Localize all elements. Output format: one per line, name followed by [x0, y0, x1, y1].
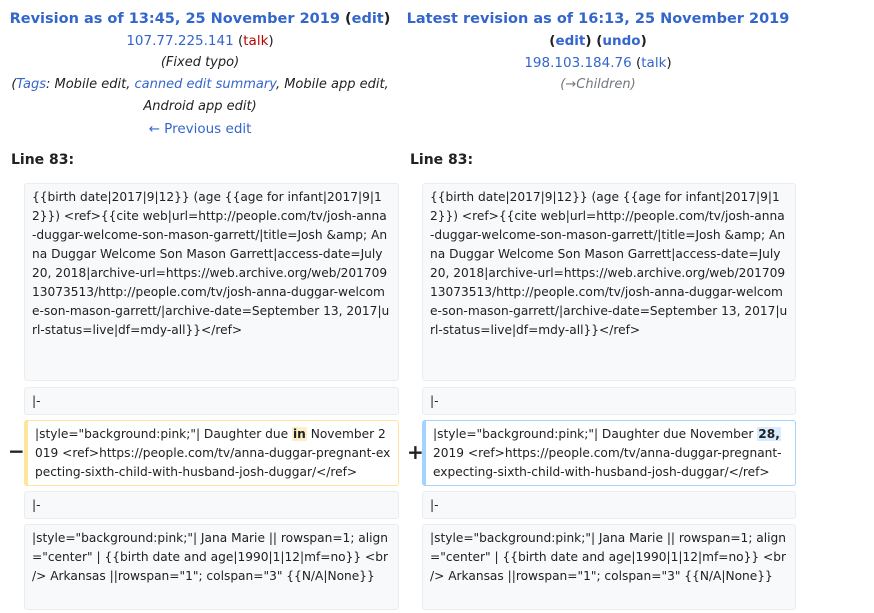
left-tag-mobile-app-edit: , Mobile app edit, — [275, 77, 389, 92]
left-context-line-1: {{birth date|2017|9|12}} (age {{age for … — [24, 183, 399, 381]
left-tags: (Tags: Mobile edit, canned edit summary,… — [0, 74, 400, 118]
added-text-before: |style="background:pink;"| Daughter due … — [433, 427, 758, 441]
added-line: |style="background:pink;"| Daughter due … — [422, 420, 796, 486]
right-talk-link[interactable]: talk — [641, 55, 666, 71]
left-revision-header: Revision as of 13:45, 25 November 2019 (… — [0, 8, 400, 140]
right-user-link[interactable]: 198.103.184.76 — [524, 55, 631, 71]
left-context-line-2: |- — [24, 387, 399, 415]
added-word: 28, — [757, 427, 781, 441]
right-context-line-4: |style="background:pink;"| Jana Marie ||… — [422, 524, 796, 610]
left-revision-link[interactable]: Revision as of 13:45, 25 November 2019 — [10, 11, 340, 27]
previous-edit-link[interactable]: ← Previous edit — [149, 121, 252, 137]
left-context-line-4: |style="background:pink;"| Jana Marie ||… — [24, 524, 399, 610]
deleted-line-marker: − — [8, 439, 25, 463]
right-context-line-2: |- — [422, 387, 796, 415]
left-tags-colon: : — [45, 77, 51, 92]
left-line-number: Line 83: — [11, 152, 75, 168]
deleted-text-before: |style="background:pink;"| Daughter due — [35, 427, 292, 441]
right-undo-link[interactable]: undo — [602, 33, 640, 49]
right-actions: (edit) (undo) — [549, 33, 647, 49]
left-edit-summary: (Fixed typo) — [160, 55, 240, 70]
left-talk-link[interactable]: talk — [243, 33, 268, 49]
right-revision-header: Latest revision as of 16:13, 25 November… — [398, 8, 798, 96]
right-line-number: Line 83: — [410, 152, 474, 168]
added-text-after: 2019 <ref>https://people.com/tv/anna-dug… — [433, 446, 782, 479]
right-edit-link[interactable]: edit — [555, 33, 585, 49]
right-revision-link[interactable]: Latest revision as of 16:13, 25 November… — [407, 11, 790, 27]
right-revision-title: Latest revision as of 16:13, 25 November… — [398, 8, 798, 30]
right-edit-summary: (→Children) — [560, 77, 636, 92]
left-context-line-3: |- — [24, 491, 399, 519]
right-section-link[interactable]: →Children — [565, 77, 630, 92]
left-tags-link[interactable]: Tags — [16, 77, 46, 92]
right-context-line-1: {{birth date|2017|9|12}} (age {{age for … — [422, 183, 796, 381]
left-tag-canned-summary[interactable]: canned edit summary — [135, 77, 276, 92]
left-edit-link[interactable]: edit — [352, 11, 384, 27]
left-tag-android-app-edit: Android app edit) — [143, 99, 257, 114]
left-user-line: 107.77.225.141 (talk) — [126, 33, 274, 49]
right-user-line: 198.103.184.76 (talk) — [524, 55, 672, 71]
right-context-line-3: |- — [422, 491, 796, 519]
left-revision-title: Revision as of 13:45, 25 November 2019 (… — [9, 11, 391, 27]
left-tag-mobile-edit: Mobile edit, — [54, 77, 131, 92]
deleted-line: |style="background:pink;"| Daughter due … — [24, 420, 399, 486]
deleted-word: in — [291, 427, 307, 441]
left-user-link[interactable]: 107.77.225.141 — [126, 33, 233, 49]
